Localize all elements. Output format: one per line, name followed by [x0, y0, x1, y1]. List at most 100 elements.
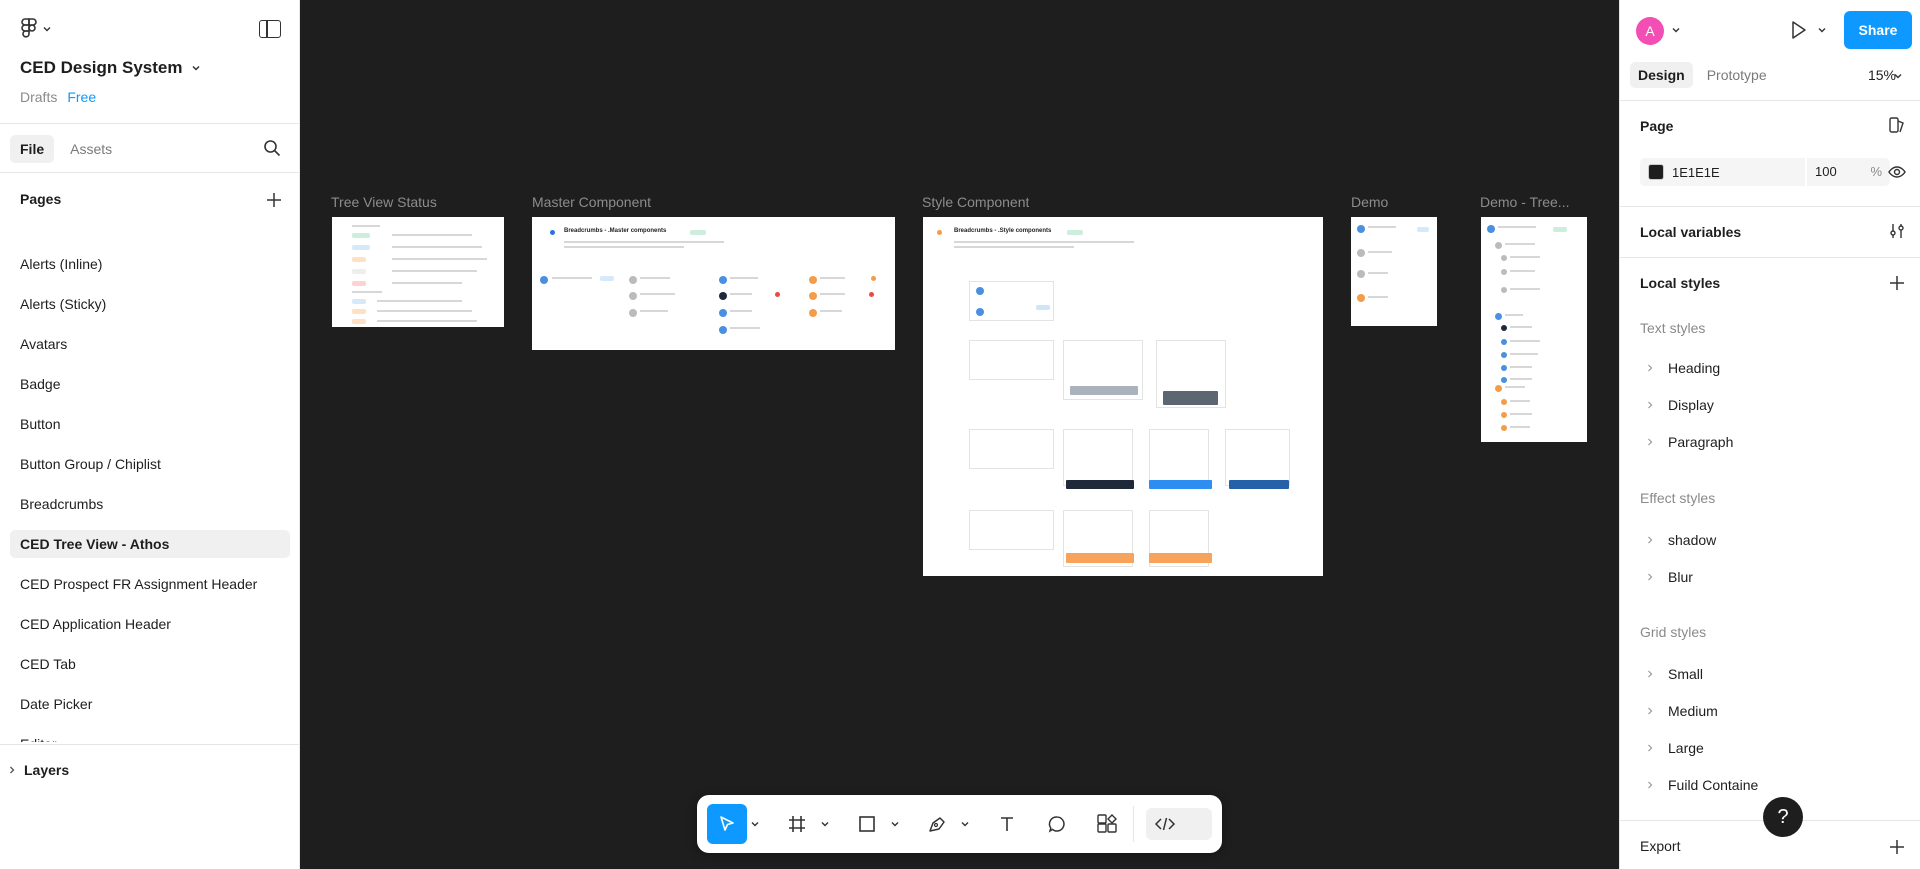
tab-file[interactable]: File — [10, 135, 55, 163]
page-item[interactable]: Breadcrumbs — [10, 490, 290, 518]
variables-icon[interactable] — [1888, 222, 1906, 240]
style-item[interactable]: Small — [1646, 666, 1703, 682]
page-item[interactable]: Alerts (Inline) — [10, 250, 290, 278]
add-page-icon[interactable] — [265, 191, 283, 209]
chevron-down-icon — [43, 27, 51, 32]
shape-tool-menu[interactable] — [887, 804, 903, 844]
chevron-down-icon — [961, 822, 969, 827]
local-variables-heading[interactable]: Local variables — [1640, 224, 1741, 240]
play-icon[interactable] — [1790, 20, 1808, 40]
page-item[interactable]: CED Tab — [10, 650, 290, 678]
tab-prototype[interactable]: Prototype — [1699, 62, 1775, 88]
zoom-level[interactable]: 15% — [1868, 67, 1896, 83]
style-item[interactable]: Blur — [1646, 569, 1693, 585]
code-icon — [1154, 817, 1176, 831]
style-item-label: Paragraph — [1668, 434, 1734, 450]
page-item-current[interactable]: CED Tree View - Athos — [10, 530, 290, 558]
chevron-down-icon[interactable] — [1671, 25, 1681, 35]
frame-style-component[interactable]: Breadcrumbs - .Style components — [923, 217, 1323, 576]
frame-master-component[interactable]: Breadcrumbs - .Master components — [532, 217, 895, 350]
frame-label-tree-view-status[interactable]: Tree View Status — [331, 194, 437, 210]
tab-design[interactable]: Design — [1630, 62, 1693, 88]
search-icon[interactable] — [263, 139, 281, 157]
pen-tool-menu[interactable] — [957, 804, 973, 844]
style-item[interactable]: shadow — [1646, 532, 1716, 548]
frame-demo[interactable] — [1351, 217, 1437, 326]
add-export-icon[interactable] — [1888, 838, 1906, 856]
chevron-down-icon — [821, 822, 829, 827]
text-icon — [1001, 817, 1013, 831]
chevron-down-icon[interactable] — [1817, 25, 1827, 35]
style-item[interactable]: Heading — [1646, 360, 1720, 376]
chevron-right-icon — [1648, 364, 1653, 372]
sidebar-toggle-icon[interactable] — [259, 20, 281, 38]
page-section-heading: Page — [1640, 118, 1674, 134]
master-frame-title: Breadcrumbs - .Master components — [564, 228, 667, 234]
frame-icon — [789, 816, 805, 832]
frame-demo-tree[interactable] — [1481, 217, 1587, 442]
page-item[interactable]: Avatars — [10, 330, 290, 358]
style-item-label: Large — [1668, 740, 1704, 756]
page-item[interactable]: CED Application Header — [10, 610, 290, 638]
page-item[interactable]: Editor — [10, 730, 290, 742]
text-tool[interactable] — [987, 804, 1027, 844]
actions-tool[interactable] — [1087, 804, 1127, 844]
chevron-right-icon — [1648, 573, 1653, 581]
page-styles-icon[interactable] — [1888, 116, 1906, 134]
plan-badge[interactable]: Free — [67, 89, 96, 105]
move-tool[interactable] — [707, 804, 747, 844]
add-style-icon[interactable] — [1888, 274, 1906, 292]
chevron-down-icon — [191, 65, 200, 71]
shape-tool[interactable] — [847, 804, 887, 844]
style-item[interactable]: Paragraph — [1646, 434, 1733, 450]
export-heading[interactable]: Export — [1640, 838, 1680, 854]
drafts-link[interactable]: Drafts — [20, 89, 57, 105]
divider — [1620, 206, 1920, 207]
left-sidebar: CED Design System Drafts Free File Asset… — [0, 0, 300, 869]
chevron-right-icon — [1648, 536, 1653, 544]
frame-tool[interactable] — [777, 804, 817, 844]
dev-mode-toggle[interactable] — [1146, 808, 1212, 840]
pen-tool[interactable] — [917, 804, 957, 844]
comment-icon — [1048, 816, 1065, 833]
page-item[interactable]: Alerts (Sticky) — [10, 290, 290, 318]
frame-label-demo-tree[interactable]: Demo - Tree... — [1480, 194, 1580, 210]
cursor-icon — [720, 816, 734, 831]
move-tool-menu[interactable] — [747, 804, 763, 844]
comment-tool[interactable] — [1037, 804, 1077, 844]
rectangle-icon — [859, 816, 875, 832]
main-menu-button[interactable] — [20, 18, 52, 40]
style-item[interactable]: Fuild Containe — [1646, 777, 1758, 793]
frame-label-style-component[interactable]: Style Component — [922, 194, 1029, 210]
page-item[interactable]: Button — [10, 410, 290, 438]
avatar[interactable]: A — [1636, 17, 1664, 45]
frame-label-demo[interactable]: Demo — [1351, 194, 1388, 210]
chevron-down-icon[interactable] — [1893, 71, 1903, 81]
frame-tree-view-status[interactable] — [332, 217, 504, 327]
frame-label-master-component[interactable]: Master Component — [532, 194, 651, 210]
file-title[interactable]: CED Design System — [20, 58, 201, 78]
help-button[interactable]: ? — [1763, 797, 1803, 837]
chevron-right-icon — [1648, 438, 1653, 446]
style-item[interactable]: Display — [1646, 397, 1714, 413]
chevron-right-icon — [1648, 670, 1653, 678]
page-item[interactable]: Button Group / Chiplist — [10, 450, 290, 478]
canvas[interactable]: Tree View Status Master Component Style … — [301, 0, 1619, 869]
layers-section[interactable]: Layers — [0, 744, 299, 794]
page-fill-row[interactable]: 1E1E1E 100 % — [1640, 158, 1890, 186]
fill-swatch[interactable] — [1648, 164, 1664, 180]
style-item[interactable]: Medium — [1646, 703, 1718, 719]
eye-icon[interactable] — [1887, 163, 1907, 181]
fill-hex[interactable]: 1E1E1E — [1672, 165, 1720, 180]
tab-assets[interactable]: Assets — [60, 135, 122, 163]
page-item[interactable]: CED Prospect FR Assignment Header — [10, 570, 290, 598]
page-item[interactable]: Badge — [10, 370, 290, 398]
style-item-label: Small — [1668, 666, 1704, 682]
divider — [0, 172, 299, 173]
share-button[interactable]: Share — [1844, 11, 1912, 49]
frame-tool-menu[interactable] — [817, 804, 833, 844]
page-item[interactable]: Date Picker — [10, 690, 290, 718]
style-item[interactable]: Large — [1646, 740, 1704, 756]
fill-opacity-field[interactable]: 100 % — [1805, 158, 1890, 186]
layers-heading: Layers — [24, 761, 70, 778]
